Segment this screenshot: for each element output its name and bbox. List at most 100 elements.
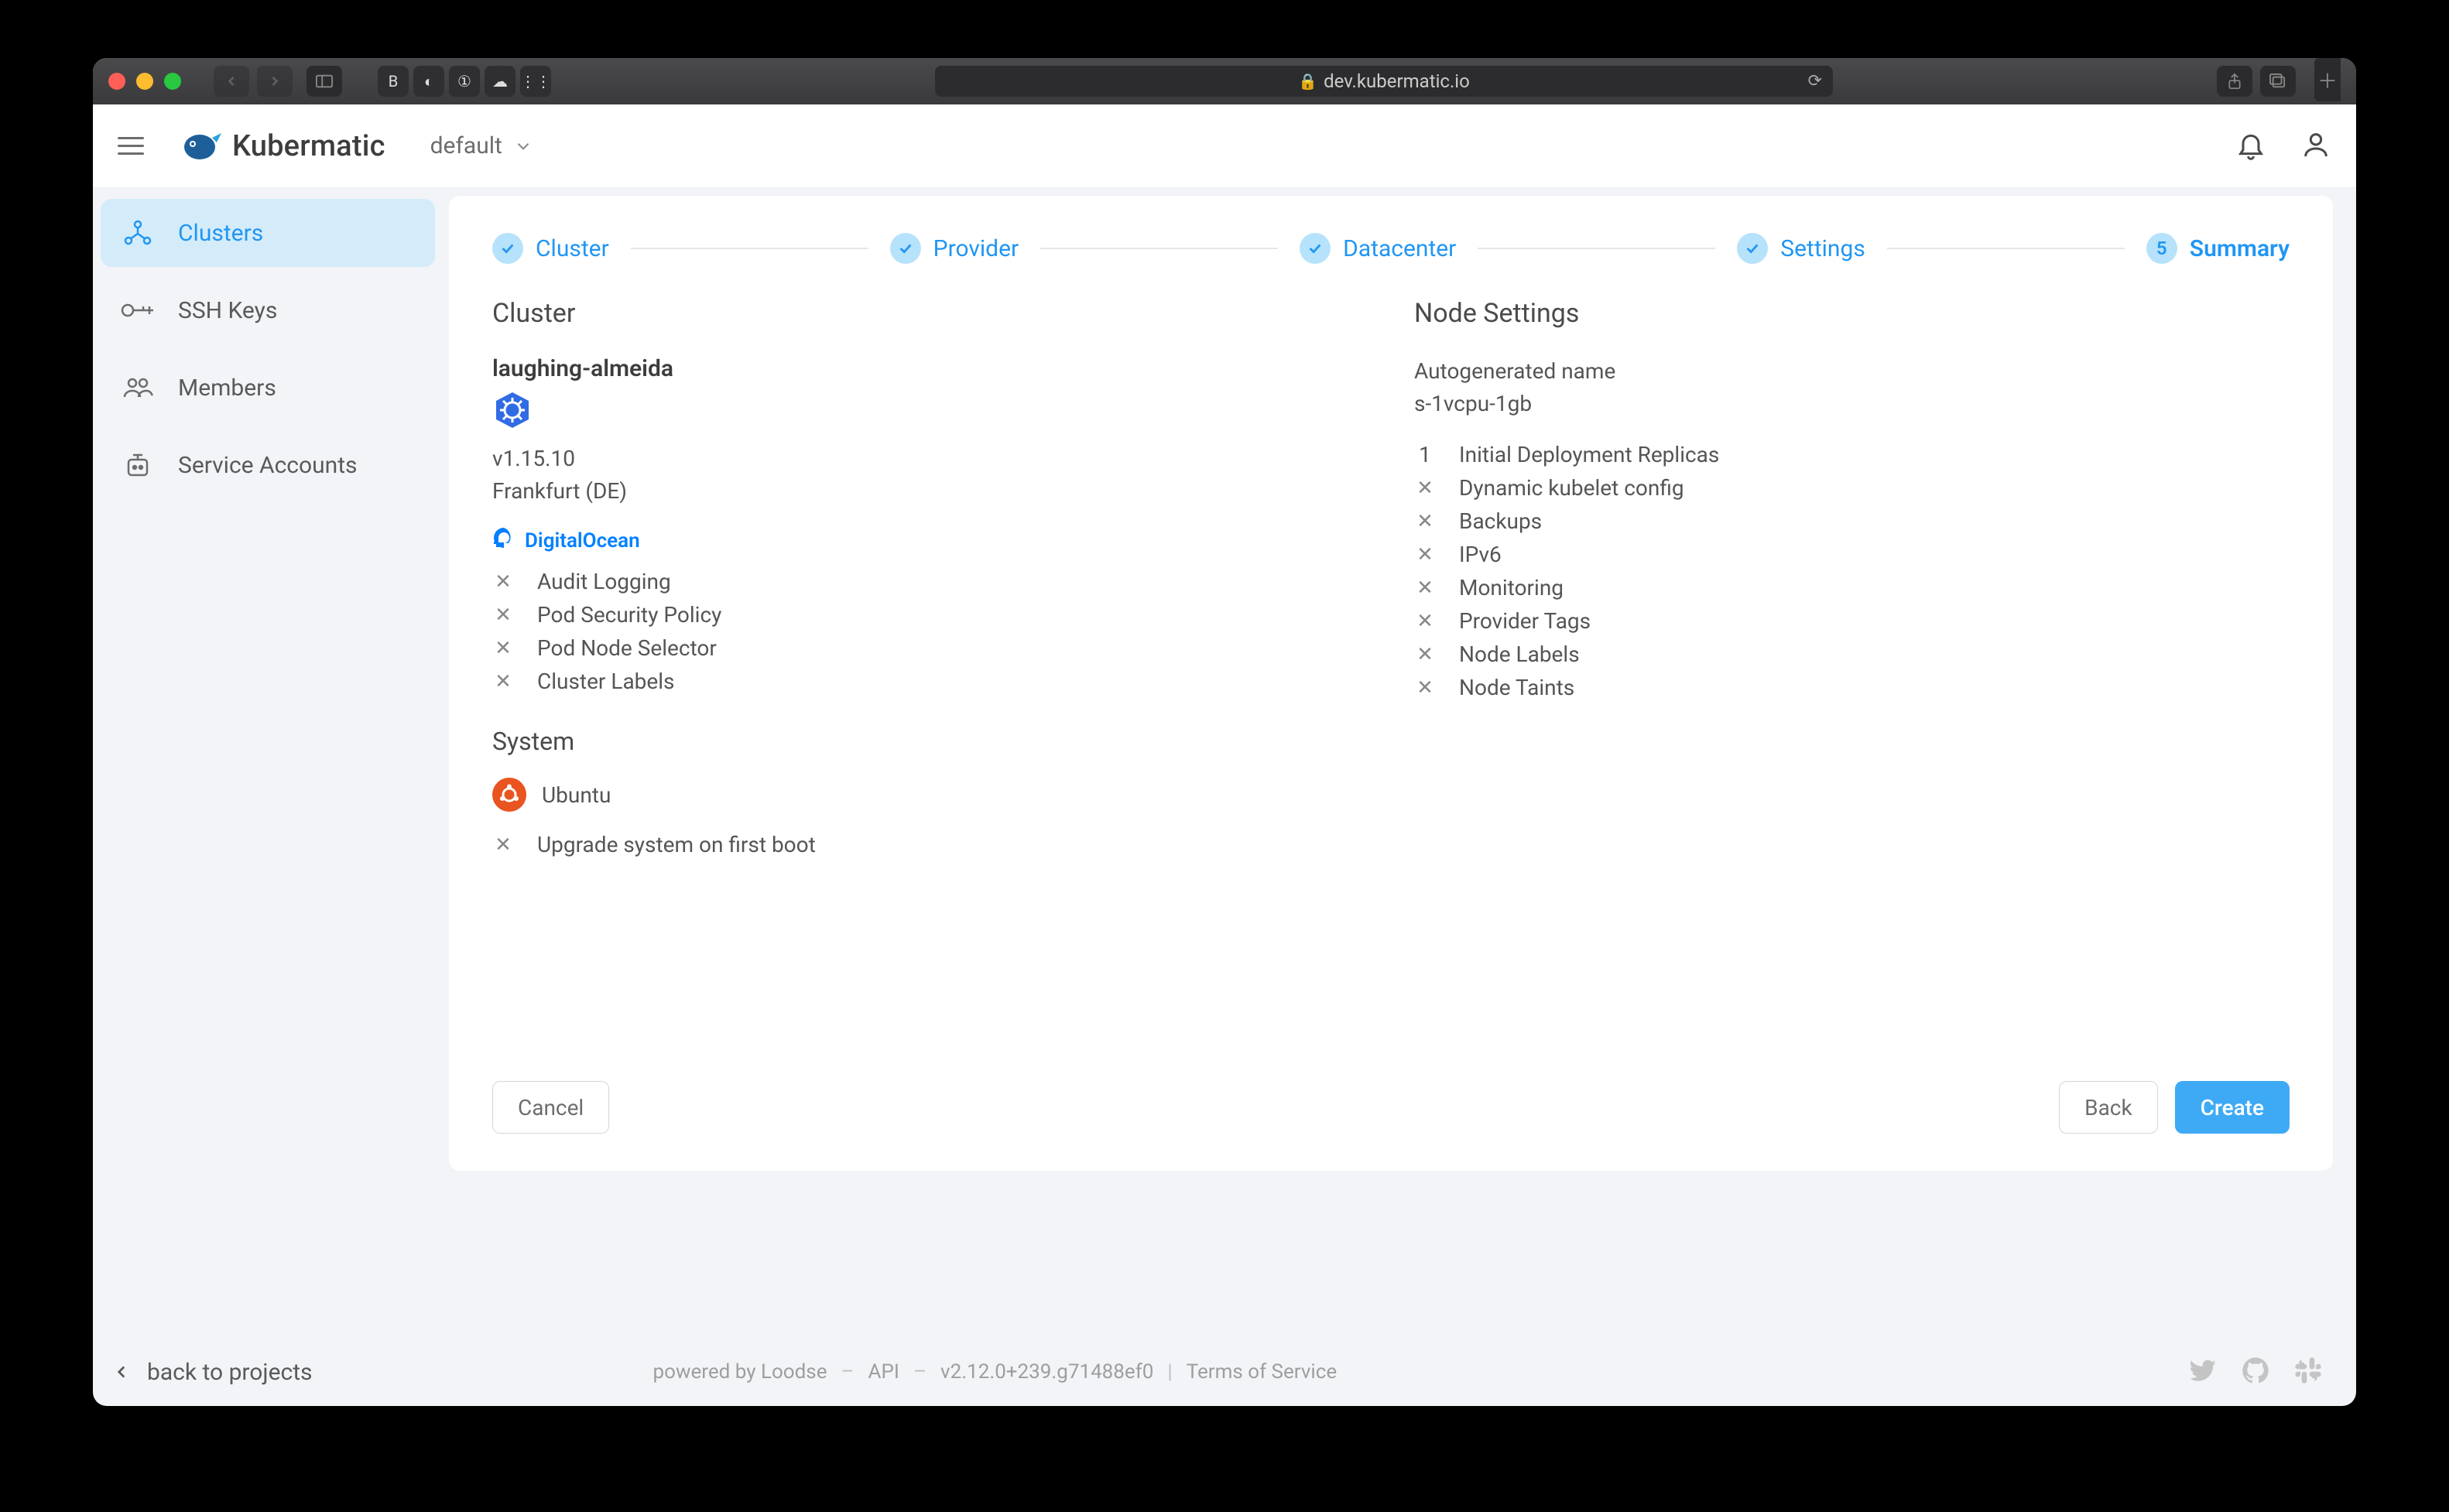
check-icon <box>890 233 921 264</box>
flag-row: ✕Provider Tags <box>1414 608 2290 634</box>
menu-button[interactable] <box>118 129 152 163</box>
step-summary[interactable]: 5 Summary <box>2146 233 2290 264</box>
wizard-card: Cluster Provider Datacenter <box>449 196 2333 1171</box>
step-label: Provider <box>933 235 1019 262</box>
members-icon <box>119 375 156 400</box>
section-title: Cluster <box>492 298 1368 329</box>
step-cluster[interactable]: Cluster <box>492 233 609 264</box>
reload-icon[interactable]: ⟳ <box>1808 72 1822 91</box>
sidebar-item-label: Clusters <box>178 220 263 247</box>
wizard-stepper: Cluster Provider Datacenter <box>492 233 2290 264</box>
window-minimize-button[interactable] <box>136 73 153 90</box>
flag-label: Pod Node Selector <box>537 635 717 661</box>
extension-icon[interactable]: ⋮⋮ <box>520 66 551 97</box>
x-icon: ✕ <box>1414 676 1436 700</box>
flag-row: ✕ Backups <box>1414 508 2290 534</box>
sidebar: Clusters SSH Keys Members <box>93 188 449 1338</box>
flag-label: Monitoring <box>1459 575 1564 600</box>
flag-label: Initial Deployment Replicas <box>1459 442 1719 467</box>
extension-icon[interactable]: B <box>378 66 409 97</box>
check-icon <box>492 233 523 264</box>
flag-label: Backups <box>1459 508 1542 534</box>
twitter-icon[interactable] <box>2187 1355 2218 1389</box>
slack-icon[interactable] <box>2293 1355 2324 1389</box>
version-text: v2.12.0+239.g71488ef0 <box>940 1360 1153 1384</box>
x-icon: ✕ <box>1414 543 1436 566</box>
wizard-footer: Cancel Back Create <box>492 1081 2290 1134</box>
notifications-button[interactable] <box>2235 129 2266 163</box>
footer-meta: powered by Loodse – API – v2.12.0+239.g7… <box>653 1360 1338 1384</box>
key-icon <box>119 301 156 320</box>
api-link[interactable]: API <box>868 1360 899 1384</box>
flag-label: Dynamic kubelet config <box>1459 475 1684 501</box>
browser-address-bar[interactable]: 🔒 dev.kubermatic.io ⟳ <box>935 66 1833 97</box>
chevron-left-icon <box>111 1362 132 1382</box>
extension-icon[interactable]: ① <box>449 66 480 97</box>
step-provider[interactable]: Provider <box>890 233 1019 264</box>
browser-back-button[interactable] <box>214 66 249 97</box>
x-icon: ✕ <box>492 637 514 660</box>
summary-cluster-column: Cluster laughing-almeida v1.15.10 Frankf… <box>492 298 1368 1050</box>
browser-forward-button[interactable] <box>257 66 293 97</box>
x-icon: ✕ <box>1414 576 1436 600</box>
x-icon: ✕ <box>1414 477 1436 500</box>
window-maximize-button[interactable] <box>164 73 181 90</box>
brand-name: Kubermatic <box>232 129 385 163</box>
lock-icon: 🔒 <box>1298 72 1317 91</box>
section-title: System <box>492 727 1368 756</box>
app-footer: back to projects powered by Loodse – API… <box>93 1338 2356 1406</box>
sidebar-item-members[interactable]: Members <box>101 354 435 422</box>
create-button[interactable]: Create <box>2175 1081 2290 1134</box>
os-row: Ubuntu <box>492 778 1368 812</box>
back-to-projects-link[interactable]: back to projects <box>111 1359 313 1386</box>
account-button[interactable] <box>2300 129 2331 163</box>
sidebar-item-label: Members <box>178 375 276 402</box>
check-icon <box>1300 233 1331 264</box>
clusters-icon <box>119 219 156 247</box>
back-button[interactable]: Back <box>2059 1081 2158 1134</box>
sidebar-item-clusters[interactable]: Clusters <box>101 199 435 267</box>
check-icon <box>1737 233 1768 264</box>
window-close-button[interactable] <box>108 73 125 90</box>
cancel-button[interactable]: Cancel <box>492 1081 609 1134</box>
x-icon: ✕ <box>1414 610 1436 633</box>
step-label: Summary <box>2190 235 2290 262</box>
sidebar-item-service-accounts[interactable]: Service Accounts <box>101 431 435 499</box>
section-title: Node Settings <box>1414 298 2290 329</box>
tabs-button[interactable] <box>2260 66 2296 97</box>
browser-sidebar-button[interactable] <box>307 66 342 97</box>
github-icon[interactable] <box>2240 1355 2271 1389</box>
step-number-badge: 5 <box>2146 233 2177 264</box>
project-switcher[interactable]: default <box>430 132 533 159</box>
robot-icon <box>119 452 156 478</box>
x-icon: ✕ <box>1414 510 1436 533</box>
extension-icon[interactable]: ◐ <box>413 66 444 97</box>
flag-row: ✕ Dynamic kubelet config <box>1414 475 2290 501</box>
step-label: Cluster <box>536 235 609 262</box>
sidebar-item-label: SSH Keys <box>178 297 277 324</box>
tos-link[interactable]: Terms of Service <box>1187 1360 1337 1384</box>
browser-titlebar: B ◐ ① ☁ ⋮⋮ 🔒 dev.kubermatic.io ⟳ <box>93 58 2356 104</box>
extension-icon[interactable]: ☁ <box>485 66 515 97</box>
flag-row: ✕Node Labels <box>1414 641 2290 667</box>
flag-label: Upgrade system on first boot <box>537 832 816 857</box>
user-icon <box>2300 129 2331 160</box>
share-button[interactable] <box>2217 66 2252 97</box>
brand[interactable]: Kubermatic <box>183 127 385 166</box>
sidebar-item-label: Service Accounts <box>178 452 358 479</box>
back-to-projects-label: back to projects <box>147 1359 313 1386</box>
step-datacenter[interactable]: Datacenter <box>1300 233 1456 264</box>
step-settings[interactable]: Settings <box>1737 233 1865 264</box>
x-icon: ✕ <box>492 670 514 693</box>
flag-label: Cluster Labels <box>537 669 675 694</box>
os-name: Ubuntu <box>542 782 611 808</box>
new-tab-button[interactable]: ＋ <box>2314 58 2341 101</box>
x-icon: ✕ <box>492 833 514 857</box>
step-label: Settings <box>1780 235 1865 262</box>
flag-label: Audit Logging <box>537 569 671 594</box>
bell-icon <box>2235 129 2266 160</box>
sidebar-item-ssh-keys[interactable]: SSH Keys <box>101 276 435 344</box>
cluster-version: v1.15.10 <box>492 443 1368 475</box>
summary-node-column: Node Settings Autogenerated name s-1vcpu… <box>1414 298 2290 1050</box>
flag-row: ✕ Cluster Labels <box>492 669 1368 694</box>
